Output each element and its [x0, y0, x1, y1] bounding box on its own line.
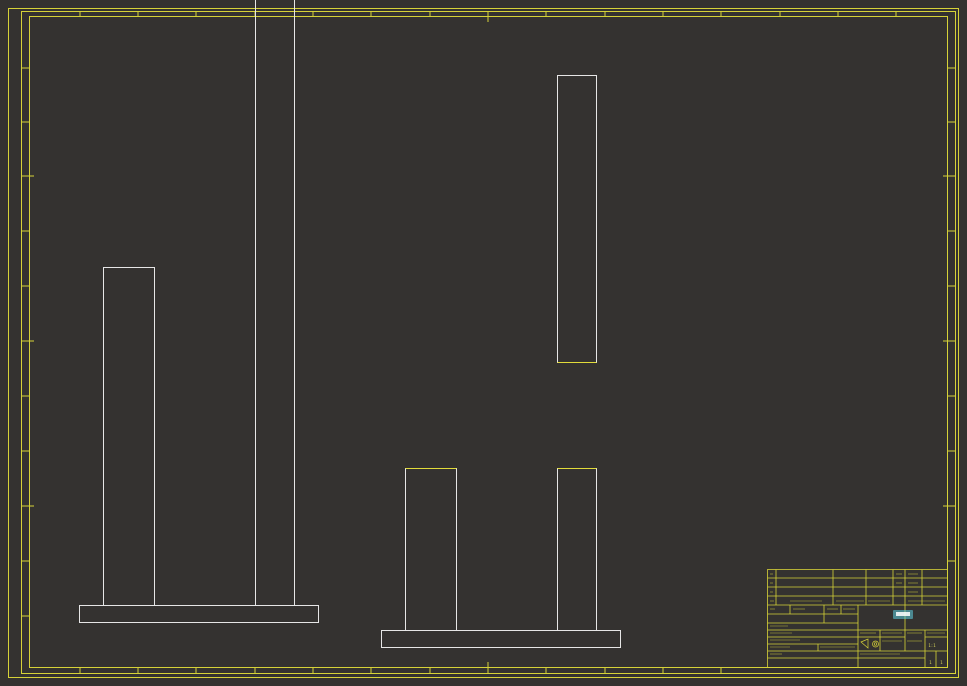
sheet-background [0, 0, 967, 686]
scale-label: 1:1 [928, 643, 936, 648]
company-logo-icon [893, 610, 913, 619]
drawing-sheet: 1:1 1 1 [0, 0, 967, 686]
